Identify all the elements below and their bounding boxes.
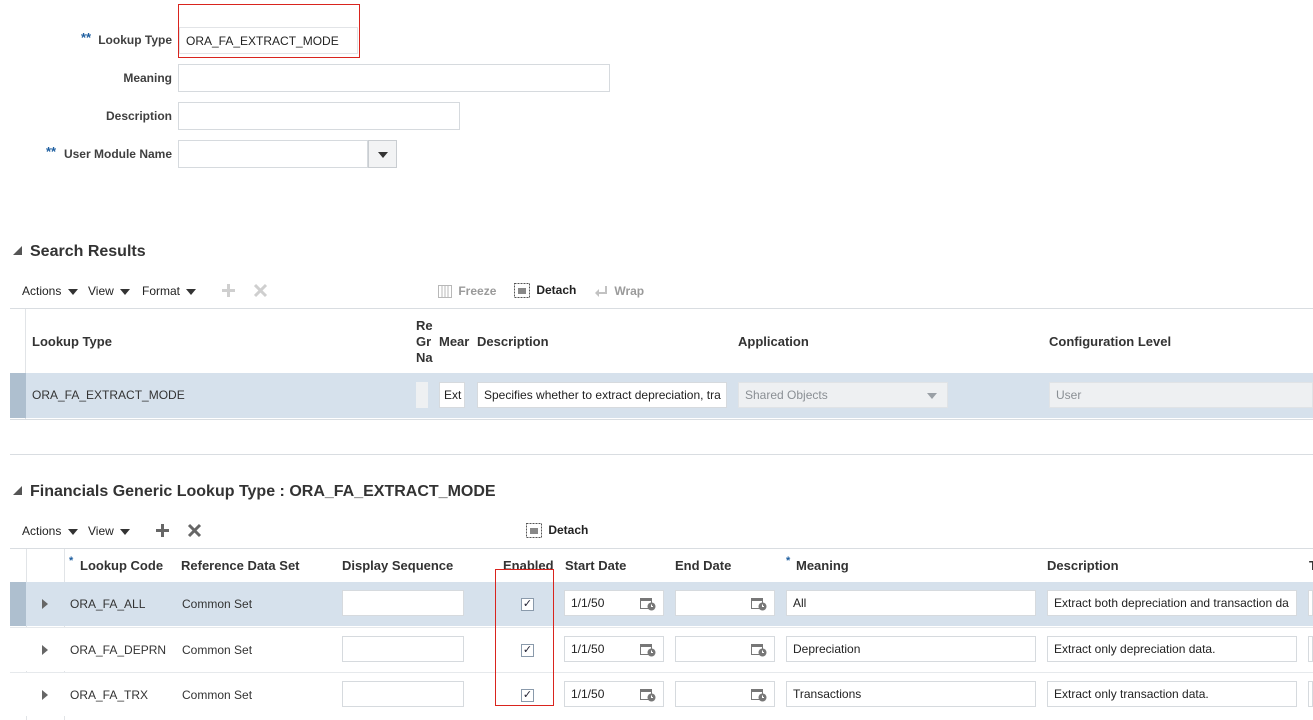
- col-header-application[interactable]: Application: [738, 334, 809, 349]
- row-description-input[interactable]: Extract only transaction data.: [1047, 681, 1297, 707]
- detail-table-border-top: [10, 548, 1313, 549]
- row-lookup-type: ORA_FA_EXTRACT_MODE: [32, 388, 185, 402]
- col-header-lookup-code[interactable]: Lookup Code: [80, 558, 163, 573]
- chevron-down-icon: [378, 152, 388, 158]
- table-row[interactable]: ORA_FA_TRX Common Set ✓ 1/1/50 Transacti…: [10, 672, 1313, 716]
- table-row[interactable]: ORA_FA_EXTRACT_MODE Ext Specifies whethe…: [10, 373, 1313, 418]
- row-meaning-input[interactable]: Ext: [439, 382, 465, 408]
- row-reference-group: [416, 382, 428, 408]
- row-meaning-input[interactable]: Depreciation: [786, 636, 1036, 662]
- enabled-column-highlight: [495, 569, 554, 706]
- detach-button[interactable]: Detach: [514, 283, 576, 299]
- row-application-select: Shared Objects: [738, 382, 948, 408]
- view-menu[interactable]: View: [88, 284, 131, 298]
- calendar-icon[interactable]: [640, 642, 656, 660]
- user-module-dropdown-button[interactable]: [368, 140, 397, 168]
- row-reference-data-set: Common Set: [182, 597, 253, 611]
- user-module-select[interactable]: [178, 140, 368, 168]
- lookup-type-label: Lookup Type: [98, 33, 172, 47]
- calendar-icon[interactable]: [640, 687, 656, 705]
- col-header-configuration-level[interactable]: Configuration Level: [1049, 334, 1171, 349]
- row-truncated-input[interactable]: [1308, 681, 1313, 707]
- detach-icon: [526, 523, 542, 539]
- calendar-icon[interactable]: [751, 687, 767, 705]
- col-header-description[interactable]: Description: [477, 334, 549, 349]
- row-selector[interactable]: [10, 582, 26, 626]
- chevron-down-icon: [186, 288, 197, 295]
- search-results-title: Search Results: [30, 243, 146, 260]
- row-lookup-code: ORA_FA_DEPRN: [70, 643, 167, 657]
- lookup-type-input[interactable]: ORA_FA_EXTRACT_MODE: [179, 27, 358, 54]
- expand-row-icon[interactable]: [42, 690, 48, 700]
- required-marker: *: [69, 555, 74, 567]
- col-header-display-sequence[interactable]: Display Sequence: [342, 558, 453, 573]
- row-truncated-input[interactable]: [1308, 636, 1313, 662]
- detail-title: Financials Generic Lookup Type : ORA_FA_…: [30, 483, 496, 500]
- row-description-input[interactable]: Extract only depreciation data.: [1047, 636, 1297, 662]
- detach-icon: [514, 283, 530, 299]
- row-display-sequence-input[interactable]: [342, 681, 464, 707]
- chevron-down-icon: [67, 528, 78, 535]
- col-header-lookup-type[interactable]: Lookup Type: [32, 334, 112, 349]
- collapse-triangle-icon[interactable]: [13, 486, 22, 495]
- calendar-icon[interactable]: [751, 596, 767, 614]
- add-icon[interactable]: [221, 283, 236, 298]
- description-label: Description: [105, 109, 172, 123]
- wrap-icon: [595, 286, 607, 298]
- meaning-label: Meaning: [123, 71, 172, 85]
- freeze-icon: [438, 285, 452, 299]
- expand-row-icon[interactable]: [42, 599, 48, 609]
- chevron-down-icon: [120, 528, 131, 535]
- actions-menu[interactable]: Actions: [22, 284, 78, 298]
- chevron-down-icon: [67, 288, 78, 295]
- row-reference-data-set: Common Set: [182, 688, 253, 702]
- col-header-description[interactable]: Description: [1047, 558, 1119, 573]
- table-row[interactable]: ORA_FA_DEPRN Common Set ✓ 1/1/50 Depreci…: [10, 627, 1313, 671]
- table-row[interactable]: ORA_FA_ALL Common Set ✓ 1/1/50 All Extra…: [10, 582, 1313, 626]
- actions-menu[interactable]: Actions: [22, 524, 78, 538]
- col-header-meaning[interactable]: Mear: [439, 334, 469, 349]
- col-header-reference-group[interactable]: Re Gr Na: [416, 318, 434, 366]
- chevron-down-icon: [120, 288, 131, 295]
- divider: [10, 454, 1313, 455]
- calendar-icon[interactable]: [640, 596, 656, 614]
- results-table-border-bottom: [10, 419, 1313, 420]
- calendar-icon[interactable]: [751, 642, 767, 660]
- delete-icon[interactable]: [253, 283, 268, 298]
- col-header-meaning[interactable]: Meaning: [796, 558, 849, 573]
- row-truncated-input[interactable]: [1308, 590, 1313, 616]
- row-lookup-code: ORA_FA_ALL: [70, 597, 146, 611]
- col-header-end-date[interactable]: End Date: [675, 558, 731, 573]
- add-icon[interactable]: [155, 523, 170, 538]
- row-lookup-code: ORA_FA_TRX: [70, 688, 149, 702]
- row-description-input[interactable]: Extract both depreciation and transactio…: [1047, 590, 1297, 616]
- wrap-button[interactable]: Wrap: [594, 284, 644, 298]
- delete-icon[interactable]: [187, 523, 202, 538]
- view-menu[interactable]: View: [88, 524, 131, 538]
- required-marker: *: [786, 555, 791, 567]
- expand-row-icon[interactable]: [42, 645, 48, 655]
- row-configuration-level: User: [1049, 382, 1313, 408]
- row-display-sequence-input[interactable]: [342, 636, 464, 662]
- row-meaning-input[interactable]: All: [786, 590, 1036, 616]
- col-header-truncated[interactable]: T: [1309, 558, 1313, 573]
- meaning-input[interactable]: [178, 64, 610, 92]
- detach-button[interactable]: Detach: [526, 523, 588, 539]
- row-description-input[interactable]: Specifies whether to extract depreciatio…: [477, 382, 727, 408]
- row-selector[interactable]: [10, 373, 26, 418]
- description-input[interactable]: [178, 102, 460, 130]
- required-marker: **: [46, 144, 57, 159]
- chevron-down-icon: [927, 393, 937, 399]
- results-table-border-top: [10, 308, 1313, 309]
- col-header-reference-data-set[interactable]: Reference Data Set: [181, 558, 300, 573]
- format-menu[interactable]: Format: [142, 284, 197, 298]
- user-module-label: User Module Name: [63, 147, 172, 161]
- row-meaning-input[interactable]: Transactions: [786, 681, 1036, 707]
- collapse-triangle-icon[interactable]: [13, 246, 22, 255]
- col-header-start-date[interactable]: Start Date: [565, 558, 626, 573]
- freeze-button[interactable]: Freeze: [438, 284, 496, 299]
- row-display-sequence-input[interactable]: [342, 590, 464, 616]
- required-marker: **: [81, 30, 92, 45]
- row-reference-data-set: Common Set: [182, 643, 253, 657]
